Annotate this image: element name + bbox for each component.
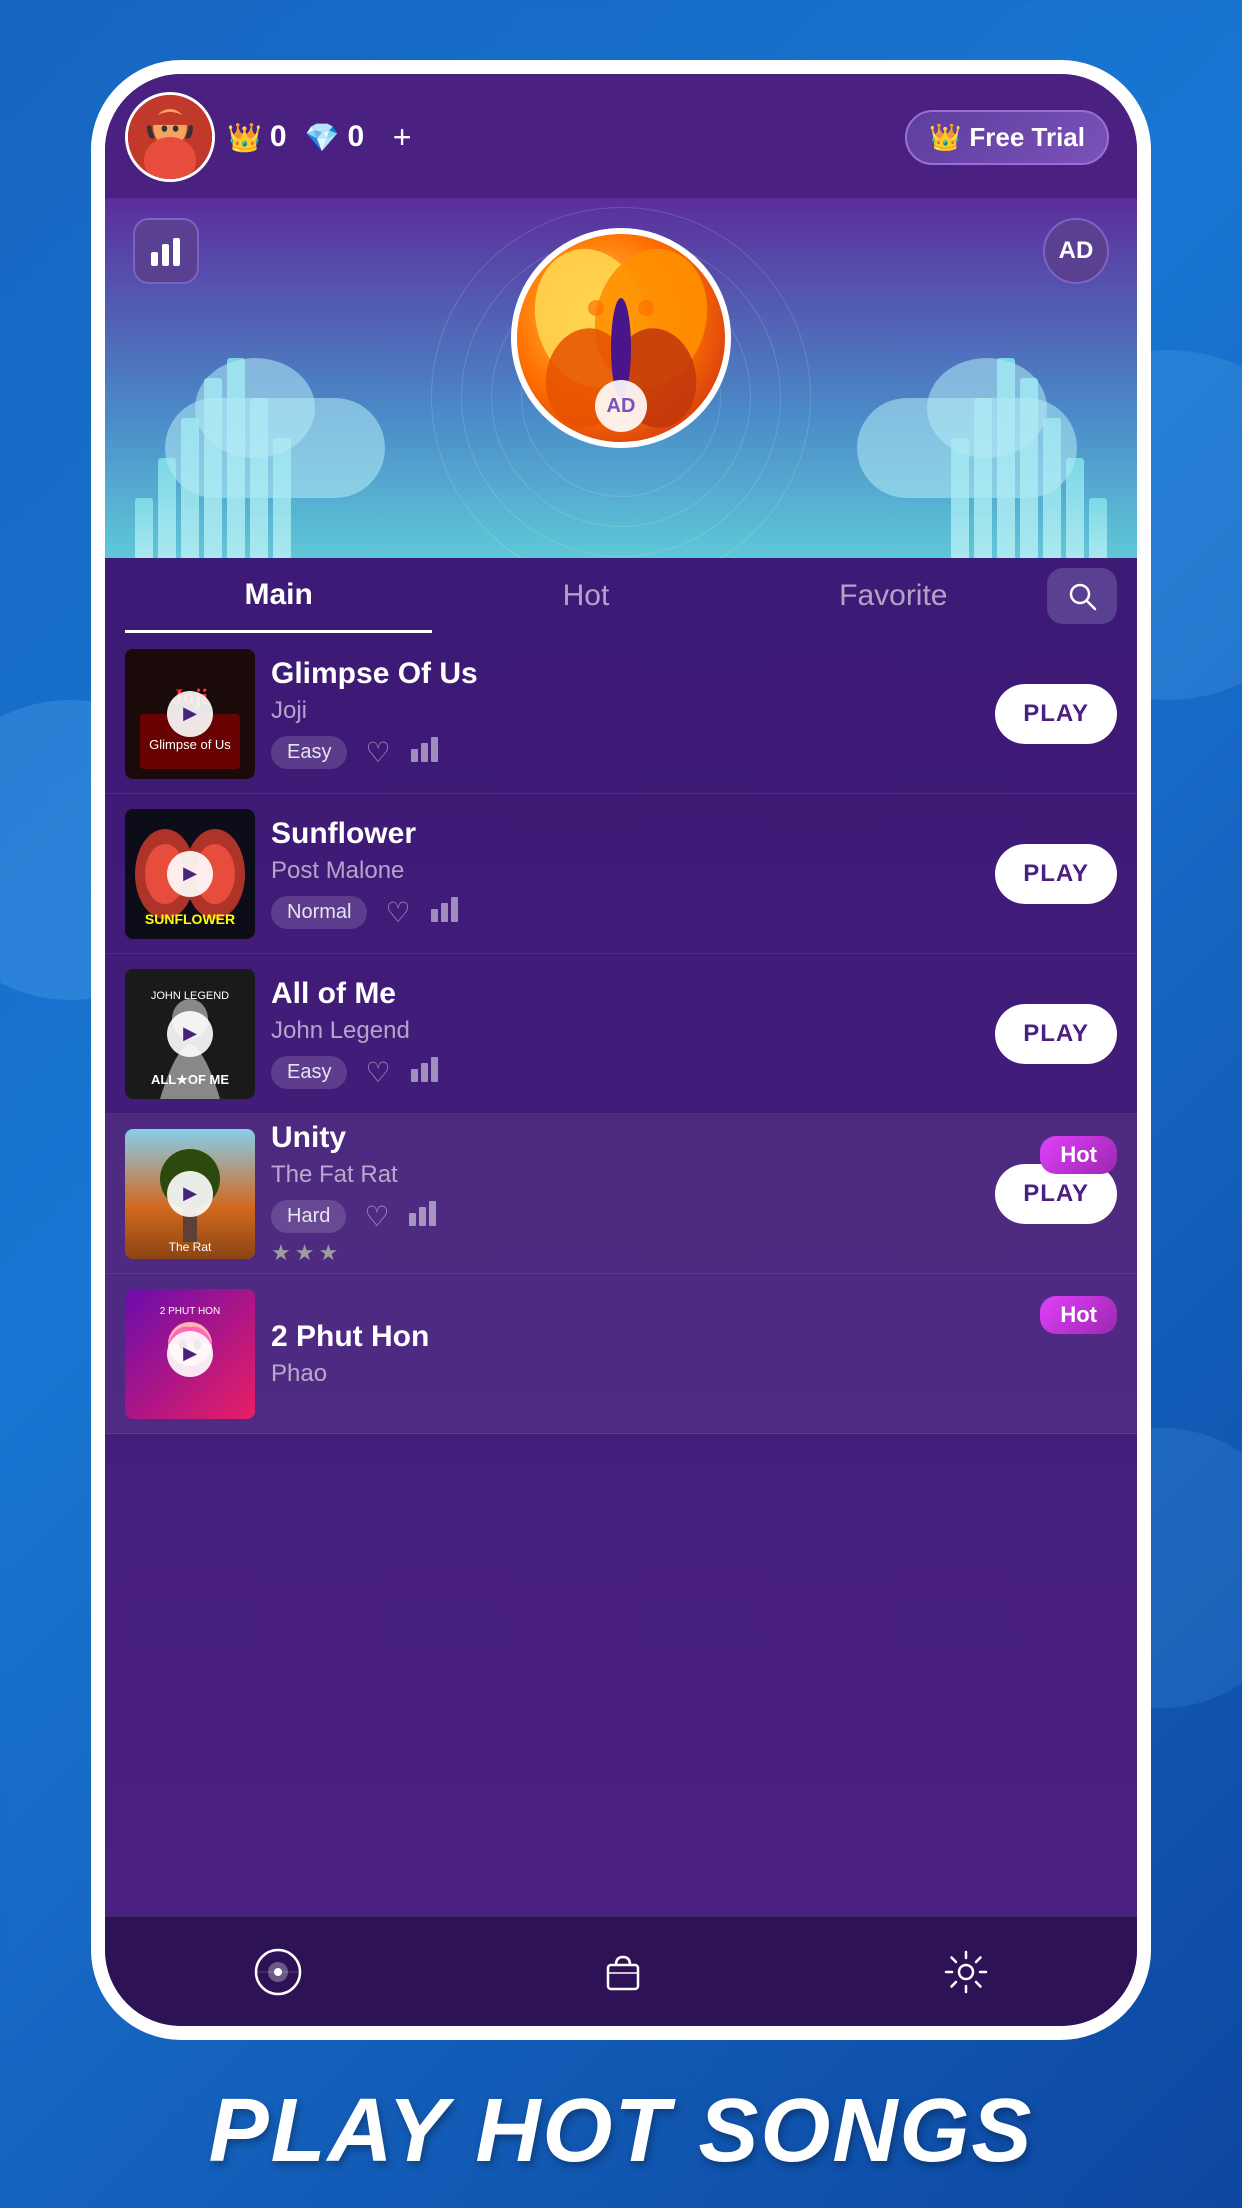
- heart-icon[interactable]: ♡: [365, 1056, 390, 1089]
- song-info: Glimpse Of Us Joji Easy ♡: [255, 657, 995, 770]
- song-item[interactable]: JOHN LEGEND ALL★OF ME ▶ All of Me John L…: [105, 954, 1137, 1114]
- phone-frame: 👑 0 💎 0 + 👑 Free Trial AD: [91, 60, 1151, 2040]
- gem-icon: 💎: [305, 121, 340, 154]
- tab-main[interactable]: Main: [125, 560, 432, 633]
- hot-badge: Hot: [1040, 1136, 1117, 1174]
- tab-hot[interactable]: Hot: [432, 561, 739, 631]
- tabs: Main Hot Favorite: [105, 558, 1137, 634]
- play-button[interactable]: PLAY: [995, 1004, 1117, 1064]
- chart-icon[interactable]: [409, 1055, 441, 1090]
- song-title: Unity: [271, 1121, 979, 1155]
- song-artist: Joji: [271, 697, 979, 725]
- add-currency-button[interactable]: +: [382, 117, 422, 157]
- search-tab[interactable]: [1047, 568, 1117, 624]
- song-info: All of Me John Legend Easy ♡: [255, 977, 995, 1090]
- song-meta: Easy ♡: [271, 1055, 979, 1090]
- ad-label: AD: [1059, 237, 1094, 265]
- nav-settings[interactable]: [943, 1949, 989, 1995]
- stats-button[interactable]: [133, 218, 199, 284]
- song-info: Sunflower Post Malone Normal ♡: [255, 817, 995, 930]
- bottom-nav: [105, 1916, 1137, 2026]
- song-item[interactable]: SUNFLOWER ▶ Sunflower Post Malone Normal…: [105, 794, 1137, 954]
- svg-text:ALL★OF ME: ALL★OF ME: [151, 1072, 229, 1087]
- song-info: 2 Phut Hon Phao: [255, 1320, 1117, 1388]
- difficulty-badge: Easy: [271, 1056, 347, 1089]
- crown-icon: 👑: [227, 121, 262, 154]
- song-thumbnail: SUNFLOWER ▶: [125, 809, 255, 939]
- difficulty-badge: Hard: [271, 1200, 346, 1233]
- star-2: ★: [295, 1240, 315, 1266]
- play-small-button[interactable]: ▶: [167, 851, 213, 897]
- free-trial-button[interactable]: 👑 Free Trial: [905, 110, 1109, 165]
- song-meta: Hard ♡: [271, 1199, 979, 1234]
- song-title: Glimpse Of Us: [271, 657, 979, 691]
- avatar-image: [128, 95, 212, 179]
- chart-icon[interactable]: [407, 1199, 439, 1234]
- album-ad-overlay: AD: [595, 380, 647, 432]
- play-small-button[interactable]: ▶: [167, 691, 213, 737]
- chart-icon[interactable]: [409, 735, 441, 770]
- album-art-inner: AD: [517, 234, 725, 442]
- song-item[interactable]: 2 PHUT HON ▶ 2 Phut Hon Phao Hot: [105, 1274, 1137, 1434]
- album-art[interactable]: AD: [511, 228, 731, 448]
- star-3: ★: [318, 1240, 338, 1266]
- difficulty-badge: Easy: [271, 736, 347, 769]
- song-title: 2 Phut Hon: [271, 1320, 1101, 1354]
- song-artist: Post Malone: [271, 857, 979, 885]
- star-1: ★: [271, 1240, 291, 1266]
- heart-icon[interactable]: ♡: [365, 736, 390, 769]
- play-small-button[interactable]: ▶: [167, 1011, 213, 1057]
- song-item[interactable]: The Rat ▶ Unity The Fat Rat Hard ♡: [105, 1114, 1137, 1274]
- bottom-text: PLAY HOT SONGS: [209, 2080, 1034, 2183]
- play-small-button[interactable]: ▶: [167, 1331, 213, 1377]
- song-artist: John Legend: [271, 1017, 979, 1045]
- svg-text:Glimpse of Us: Glimpse of Us: [149, 737, 231, 752]
- song-meta: Normal ♡: [271, 895, 979, 930]
- song-thumbnail: The Rat ▶: [125, 1129, 255, 1259]
- song-artist: Phao: [271, 1360, 1101, 1388]
- song-list: Joji Glimpse of Us ▶ Glimpse Of Us Joji …: [105, 634, 1137, 1916]
- header: 👑 0 💎 0 + 👑 Free Trial: [105, 74, 1137, 198]
- song-title: All of Me: [271, 977, 979, 1011]
- hot-badge: Hot: [1040, 1296, 1117, 1334]
- song-title: Sunflower: [271, 817, 979, 851]
- cloud-left: [165, 398, 385, 498]
- song-info: Unity The Fat Rat Hard ♡ ★ ★: [255, 1121, 995, 1266]
- nav-music[interactable]: [253, 1947, 303, 1997]
- cloud-right: [857, 398, 1077, 498]
- stars: ★ ★ ★: [271, 1240, 979, 1266]
- avatar[interactable]: [125, 92, 215, 182]
- visualizer-area: AD: [105, 198, 1137, 558]
- tab-favorite[interactable]: Favorite: [740, 561, 1047, 631]
- coin-value: 0: [270, 120, 287, 154]
- nav-shop[interactable]: [600, 1949, 646, 1995]
- gem-value: 0: [347, 120, 364, 154]
- crown-icon-trial: 👑: [929, 122, 961, 153]
- svg-text:SUNFLOWER: SUNFLOWER: [145, 911, 235, 927]
- svg-text:2 PHUT HON: 2 PHUT HON: [160, 1306, 220, 1317]
- song-meta: Easy ♡: [271, 735, 979, 770]
- gem-group: 💎 0: [305, 120, 365, 154]
- song-thumbnail: 2 PHUT HON ▶: [125, 1289, 255, 1419]
- song-thumbnail: Joji Glimpse of Us ▶: [125, 649, 255, 779]
- song-item[interactable]: Joji Glimpse of Us ▶ Glimpse Of Us Joji …: [105, 634, 1137, 794]
- ad-button[interactable]: AD: [1043, 218, 1109, 284]
- song-thumbnail: JOHN LEGEND ALL★OF ME ▶: [125, 969, 255, 1099]
- header-coins: 👑 0 💎 0 +: [227, 117, 893, 157]
- heart-icon[interactable]: ♡: [364, 1200, 389, 1233]
- play-button[interactable]: PLAY: [995, 684, 1117, 744]
- chart-icon[interactable]: [429, 895, 461, 930]
- svg-text:The Rat: The Rat: [169, 1240, 212, 1254]
- play-small-button[interactable]: ▶: [167, 1171, 213, 1217]
- heart-icon[interactable]: ♡: [385, 896, 410, 929]
- free-trial-label: Free Trial: [969, 122, 1085, 153]
- coin-group: 👑 0: [227, 120, 287, 154]
- play-button[interactable]: PLAY: [995, 844, 1117, 904]
- difficulty-badge: Normal: [271, 896, 367, 929]
- song-artist: The Fat Rat: [271, 1161, 979, 1189]
